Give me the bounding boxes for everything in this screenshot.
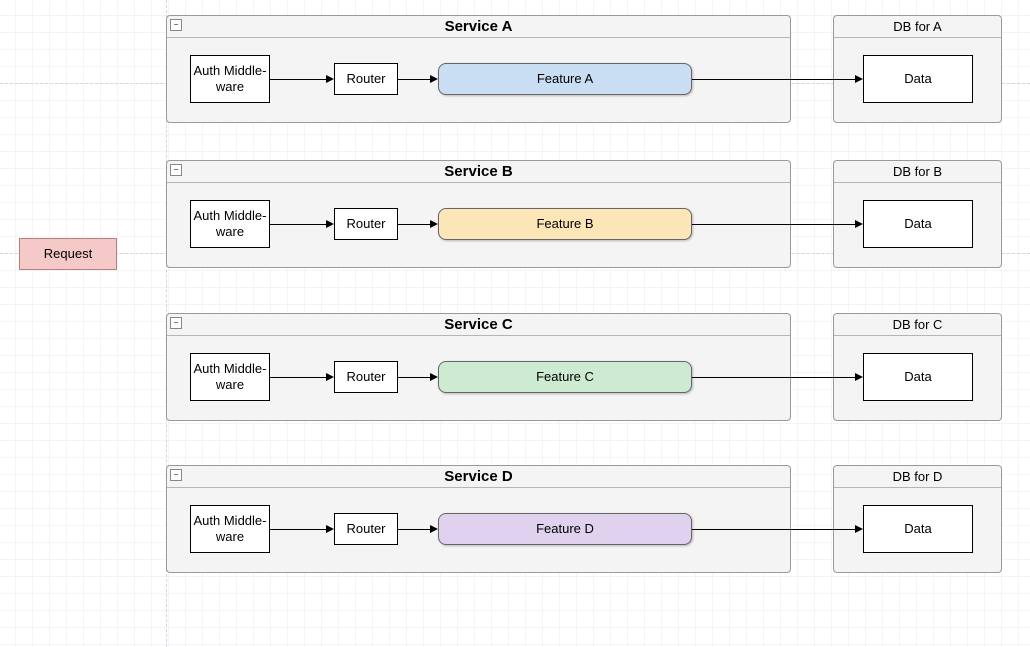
feature-b-box[interactable]: Feature B (438, 208, 692, 240)
arrow (270, 377, 328, 378)
arrow (270, 79, 328, 80)
service-c-title-bar: − Service C (167, 314, 790, 336)
service-c-title: Service C (444, 316, 512, 333)
feature-a-label: Feature A (537, 71, 593, 87)
collapse-icon[interactable]: − (170, 19, 182, 31)
db-b-title-bar: DB for B (834, 161, 1001, 183)
auth-middleware-box-c[interactable]: Auth Middle- ware (190, 353, 270, 401)
router-label: Router (346, 369, 385, 385)
arrowhead-icon (430, 220, 438, 228)
arrow (398, 529, 432, 530)
service-d-title-bar: − Service D (167, 466, 790, 488)
arrowhead-icon (326, 220, 334, 228)
diagram-canvas[interactable]: Request − Service A Auth Middle- ware Ro… (0, 0, 1030, 647)
db-b-title: DB for B (893, 164, 942, 179)
db-d-title-bar: DB for D (834, 466, 1001, 488)
arrow (398, 224, 432, 225)
db-c-data-label: Data (904, 369, 931, 385)
db-d-data-box[interactable]: Data (863, 505, 973, 553)
arrow (692, 529, 857, 530)
router-label: Router (346, 521, 385, 537)
arrowhead-icon (855, 373, 863, 381)
arrow (692, 377, 857, 378)
request-label: Request (44, 246, 92, 262)
feature-a-box[interactable]: Feature A (438, 63, 692, 95)
service-b-title: Service B (444, 163, 512, 180)
auth-middleware-label: Auth Middle- ware (194, 208, 267, 239)
feature-b-label: Feature B (536, 216, 593, 232)
arrow (692, 79, 857, 80)
collapse-icon[interactable]: − (170, 164, 182, 176)
arrow (398, 377, 432, 378)
router-box-a[interactable]: Router (334, 63, 398, 95)
db-c-title-bar: DB for C (834, 314, 1001, 336)
auth-middleware-label: Auth Middle- ware (194, 361, 267, 392)
arrow (692, 224, 857, 225)
service-b-title-bar: − Service B (167, 161, 790, 183)
service-a-title-bar: − Service A (167, 16, 790, 38)
service-a-title: Service A (445, 18, 513, 35)
db-c-title: DB for C (893, 317, 943, 332)
auth-middleware-label: Auth Middle- ware (194, 63, 267, 94)
feature-c-label: Feature C (536, 369, 594, 385)
service-d-title: Service D (444, 468, 512, 485)
arrowhead-icon (855, 75, 863, 83)
arrowhead-icon (855, 525, 863, 533)
arrow (398, 79, 432, 80)
router-box-d[interactable]: Router (334, 513, 398, 545)
arrowhead-icon (326, 373, 334, 381)
router-label: Router (346, 216, 385, 232)
collapse-icon[interactable]: − (170, 317, 182, 329)
arrowhead-icon (430, 75, 438, 83)
router-box-b[interactable]: Router (334, 208, 398, 240)
auth-middleware-box-d[interactable]: Auth Middle- ware (190, 505, 270, 553)
auth-middleware-box-b[interactable]: Auth Middle- ware (190, 200, 270, 248)
feature-d-label: Feature D (536, 521, 594, 537)
auth-middleware-label: Auth Middle- ware (194, 513, 267, 544)
auth-middleware-box-a[interactable]: Auth Middle- ware (190, 55, 270, 103)
router-box-c[interactable]: Router (334, 361, 398, 393)
arrowhead-icon (326, 75, 334, 83)
feature-c-box[interactable]: Feature C (438, 361, 692, 393)
arrowhead-icon (326, 525, 334, 533)
db-a-title-bar: DB for A (834, 16, 1001, 38)
db-a-data-label: Data (904, 71, 931, 87)
arrowhead-icon (430, 525, 438, 533)
arrow (270, 529, 328, 530)
db-d-title: DB for D (893, 469, 943, 484)
router-label: Router (346, 71, 385, 87)
arrowhead-icon (855, 220, 863, 228)
feature-d-box[interactable]: Feature D (438, 513, 692, 545)
db-d-data-label: Data (904, 521, 931, 537)
db-c-data-box[interactable]: Data (863, 353, 973, 401)
arrow (270, 224, 328, 225)
db-b-data-label: Data (904, 216, 931, 232)
request-box[interactable]: Request (19, 238, 117, 270)
arrowhead-icon (430, 373, 438, 381)
collapse-icon[interactable]: − (170, 469, 182, 481)
db-a-title: DB for A (893, 19, 941, 34)
db-b-data-box[interactable]: Data (863, 200, 973, 248)
db-a-data-box[interactable]: Data (863, 55, 973, 103)
